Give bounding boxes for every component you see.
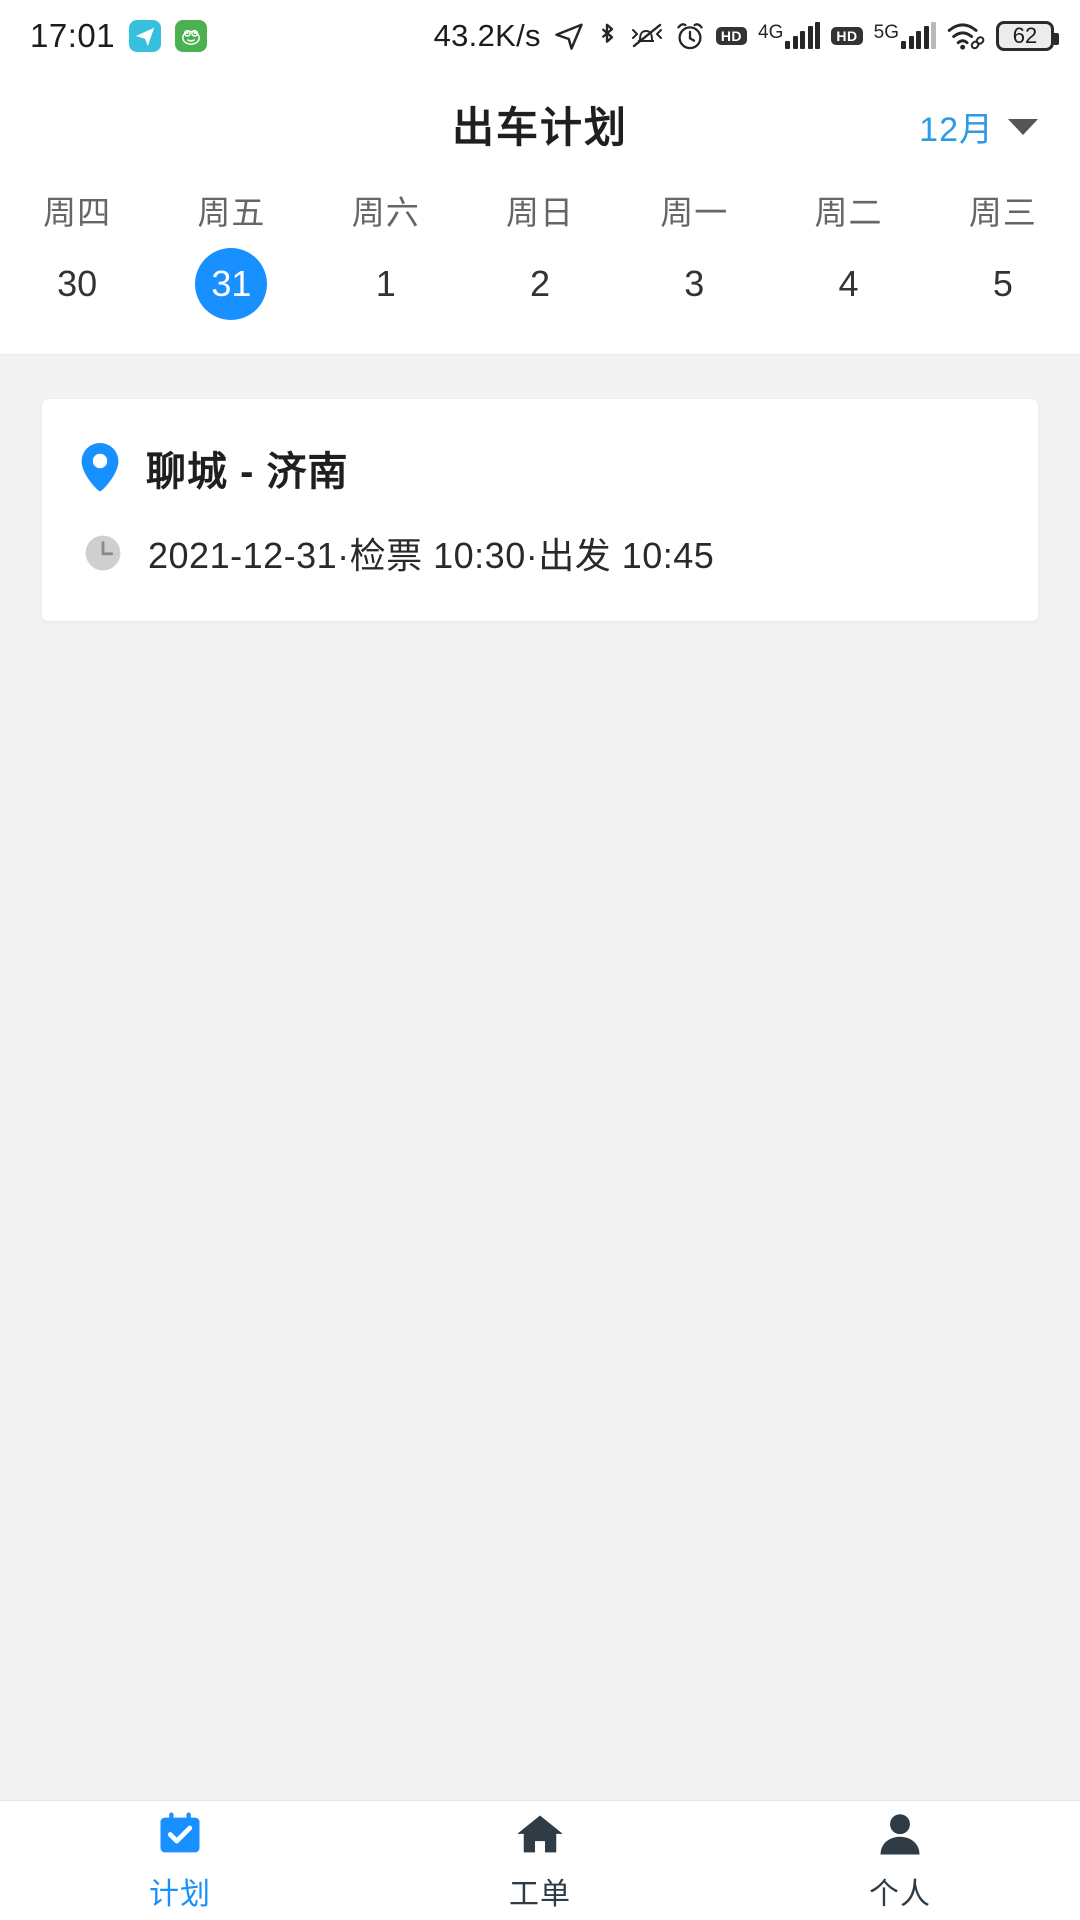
day-of-week-label: 周一 xyxy=(660,194,729,231)
day-of-week-label: 周四 xyxy=(43,194,112,231)
frog-app-icon xyxy=(175,20,208,52)
telegram-app-icon xyxy=(129,20,162,52)
day-of-week-label: 周六 xyxy=(351,194,420,231)
month-label: 12月 xyxy=(919,111,994,149)
status-bar-left: 17:01 xyxy=(30,17,208,55)
day-of-week-label: 周五 xyxy=(197,194,266,231)
week-strip: 周四 30 周五 31 周六 1 周日 2 周一 3 周二 4 周三 5 xyxy=(0,172,1080,355)
plan-card-detail-row: 2021-12-31·检票 10:30·出发 10:45 xyxy=(80,527,1000,579)
chevron-down-icon xyxy=(1008,118,1038,135)
day-number: 5 xyxy=(992,263,1013,304)
bottom-tab-bar: 计划 工单 个人 xyxy=(0,1800,1080,1920)
day-number: 1 xyxy=(375,263,396,304)
tab-label-plan: 计划 xyxy=(149,1877,211,1911)
tab-workorder[interactable]: 工单 xyxy=(360,1809,720,1913)
battery-icon: 62 xyxy=(996,21,1059,51)
signal-5g-icon: 5G xyxy=(873,22,936,49)
day-cell-6[interactable]: 周三 5 xyxy=(926,186,1080,320)
tab-label-personal: 个人 xyxy=(869,1877,931,1911)
day-number: 31 xyxy=(195,248,268,320)
tab-personal[interactable]: 个人 xyxy=(720,1809,1080,1913)
day-cell-0[interactable]: 周四 30 xyxy=(0,186,154,320)
day-number: 3 xyxy=(684,263,705,304)
day-number: 4 xyxy=(838,263,859,304)
status-time: 17:01 xyxy=(30,17,116,54)
signal-4g-icon: 4G xyxy=(758,22,821,49)
day-of-week-label: 周日 xyxy=(505,194,574,231)
tab-plan[interactable]: 计划 xyxy=(0,1809,360,1913)
day-number: 2 xyxy=(529,263,550,304)
day-cell-4[interactable]: 周一 3 xyxy=(617,186,771,320)
battery-level: 62 xyxy=(1012,23,1038,48)
day-of-week-label: 周三 xyxy=(968,194,1037,231)
network-speed: 43.2K/s xyxy=(433,18,541,53)
app-screen: 17:01 43.2K/s HD 4G HD 5G 62 出车计划 12月 周四… xyxy=(0,0,1080,1920)
plan-list: 聊城 - 济南 2021-12-31·检票 10:30·出发 10:45 xyxy=(0,355,1080,621)
day-cell-1[interactable]: 周五 31 xyxy=(154,186,308,320)
map-pin-icon xyxy=(80,443,120,493)
net-4g-label: 4G xyxy=(758,22,784,43)
plan-detail: 2021-12-31·检票 10:30·出发 10:45 xyxy=(148,535,715,576)
hd-badge-icon: HD xyxy=(715,27,748,45)
mute-vibrate-icon xyxy=(630,22,664,50)
clock-icon xyxy=(84,534,122,572)
plan-card[interactable]: 聊城 - 济南 2021-12-31·检票 10:30·出发 10:45 xyxy=(42,399,1038,621)
day-cell-2[interactable]: 周六 1 xyxy=(309,186,463,320)
bluetooth-icon xyxy=(595,21,619,51)
plan-route: 聊城 - 济南 xyxy=(146,450,349,494)
day-cell-3[interactable]: 周日 2 xyxy=(463,186,617,320)
wifi-link-icon xyxy=(947,21,985,51)
home-icon xyxy=(514,1809,566,1861)
alarm-clock-icon xyxy=(675,21,705,51)
plan-card-title-row: 聊城 - 济南 xyxy=(80,439,1000,497)
calendar-check-icon xyxy=(154,1809,206,1861)
app-header: 出车计划 12月 xyxy=(0,72,1080,172)
status-bar-right: 43.2K/s HD 4G HD 5G 62 xyxy=(433,18,1059,54)
tab-label-workorder: 工单 xyxy=(509,1877,571,1911)
day-of-week-label: 周二 xyxy=(814,194,883,231)
day-cell-5[interactable]: 周二 4 xyxy=(771,186,925,320)
person-icon xyxy=(874,1809,926,1861)
net-5g-label: 5G xyxy=(873,22,899,43)
page-title: 出车计划 xyxy=(451,104,628,151)
status-bar: 17:01 43.2K/s HD 4G HD 5G 62 xyxy=(0,0,1080,72)
day-number: 30 xyxy=(57,263,98,304)
hd-badge-icon-2: HD xyxy=(831,27,863,45)
month-selector[interactable]: 12月 xyxy=(919,102,1038,151)
location-arrow-icon xyxy=(554,21,584,51)
